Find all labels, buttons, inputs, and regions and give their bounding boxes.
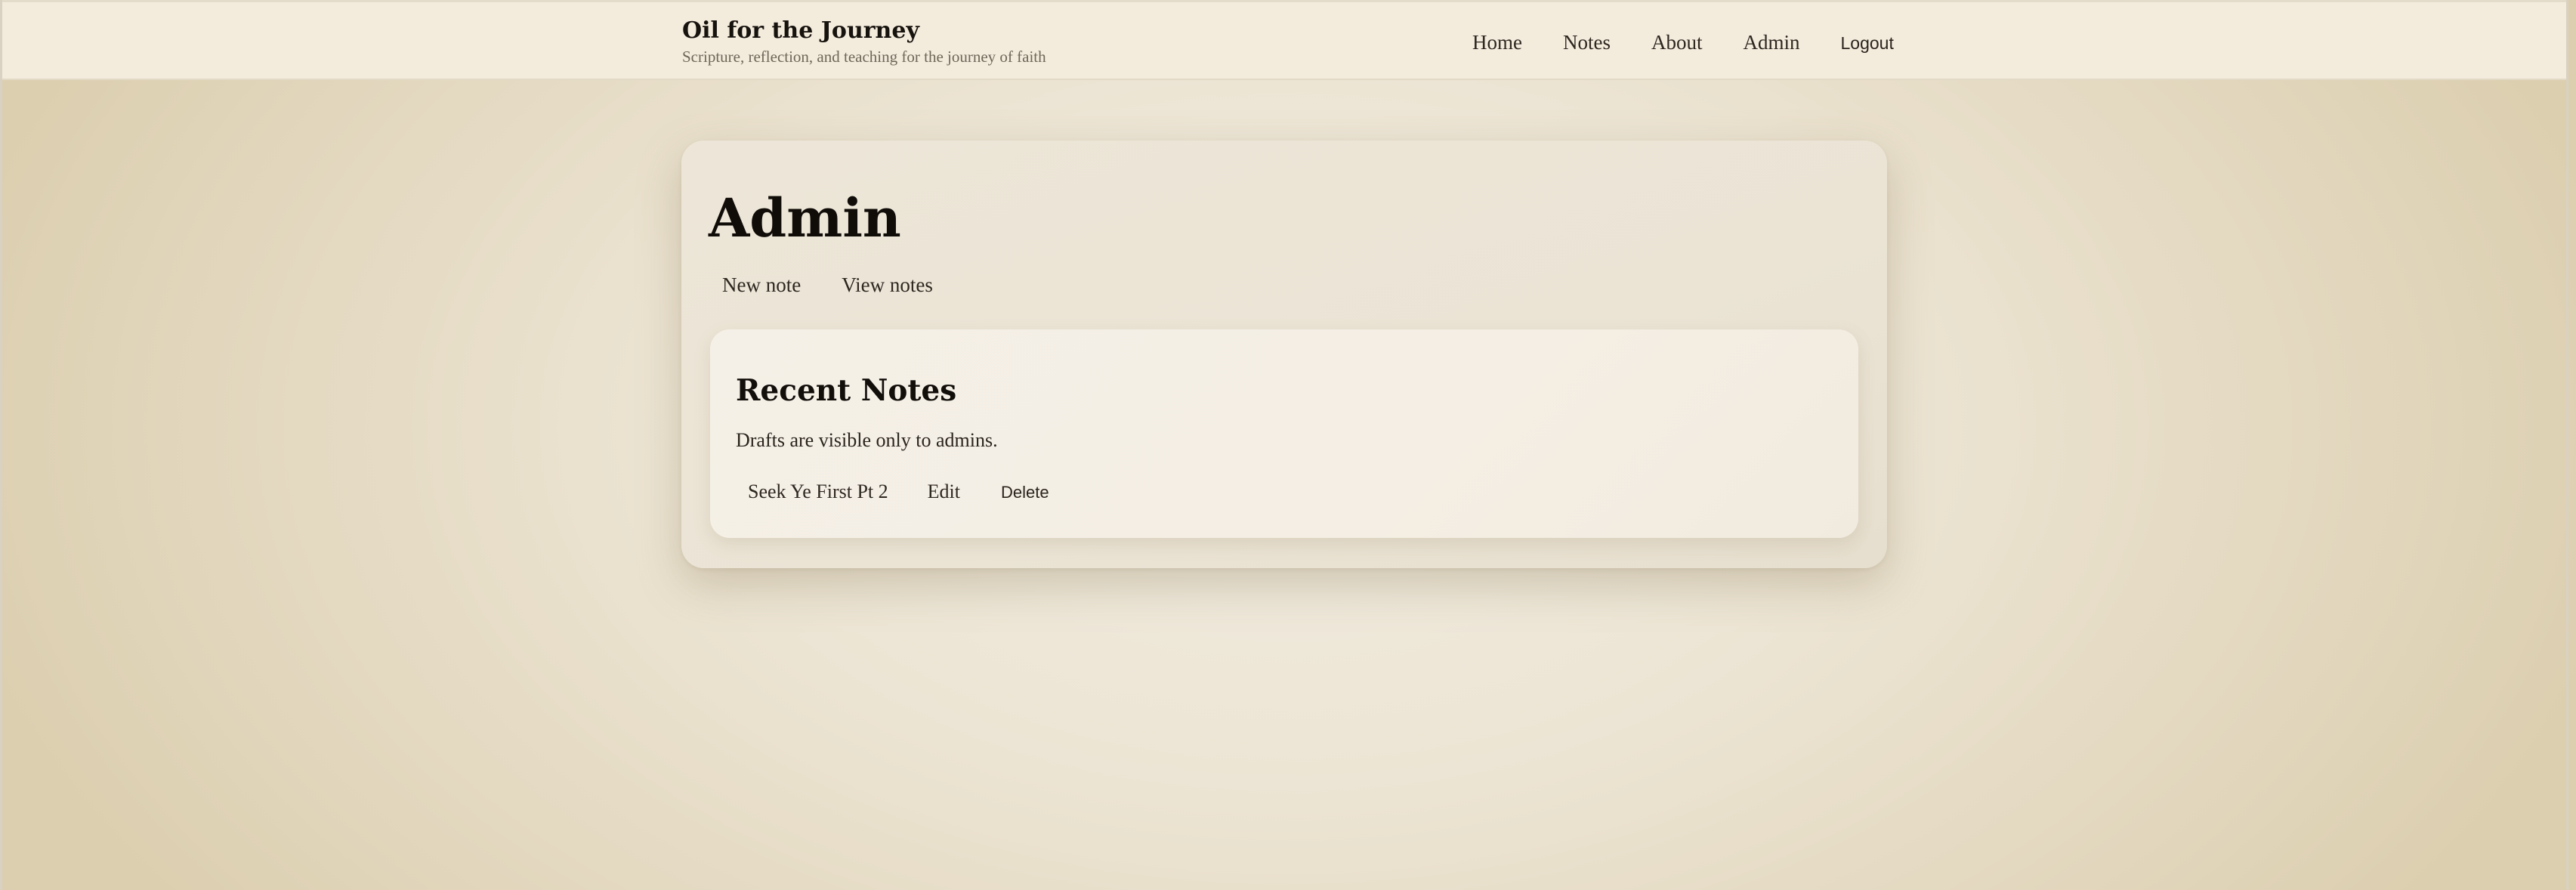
site-header: Oil for the Journey Scripture, reflectio… [2, 0, 2566, 80]
nav-notes-link[interactable]: Notes [1563, 31, 1611, 54]
list-item: Seek Ye First Pt 2 Edit Delete [748, 481, 1049, 503]
new-note-link[interactable]: New note [722, 273, 801, 297]
page-title: Admin [709, 187, 901, 249]
admin-panel: Admin New note View notes Recent Notes D… [681, 141, 1887, 568]
note-title-link[interactable]: Seek Ye First Pt 2 [748, 481, 888, 503]
main-nav: Home Notes About Admin Logout [1472, 31, 1894, 54]
site-tagline: Scripture, reflection, and teaching for … [682, 48, 1046, 66]
view-notes-link[interactable]: View notes [842, 273, 933, 297]
recent-notes-description: Drafts are visible only to admins. [736, 429, 998, 451]
nav-admin-link[interactable]: Admin [1743, 31, 1799, 54]
recent-notes-panel: Recent Notes Drafts are visible only to … [710, 329, 1858, 538]
admin-actions: New note View notes [722, 273, 974, 297]
recent-notes-title: Recent Notes [736, 373, 957, 408]
edit-note-link[interactable]: Edit [928, 481, 960, 503]
nav-about-link[interactable]: About [1651, 31, 1703, 54]
delete-note-button[interactable]: Delete [1001, 483, 1049, 502]
site-title[interactable]: Oil for the Journey [682, 17, 919, 44]
nav-home-link[interactable]: Home [1472, 31, 1522, 54]
logout-button[interactable]: Logout [1841, 33, 1894, 54]
